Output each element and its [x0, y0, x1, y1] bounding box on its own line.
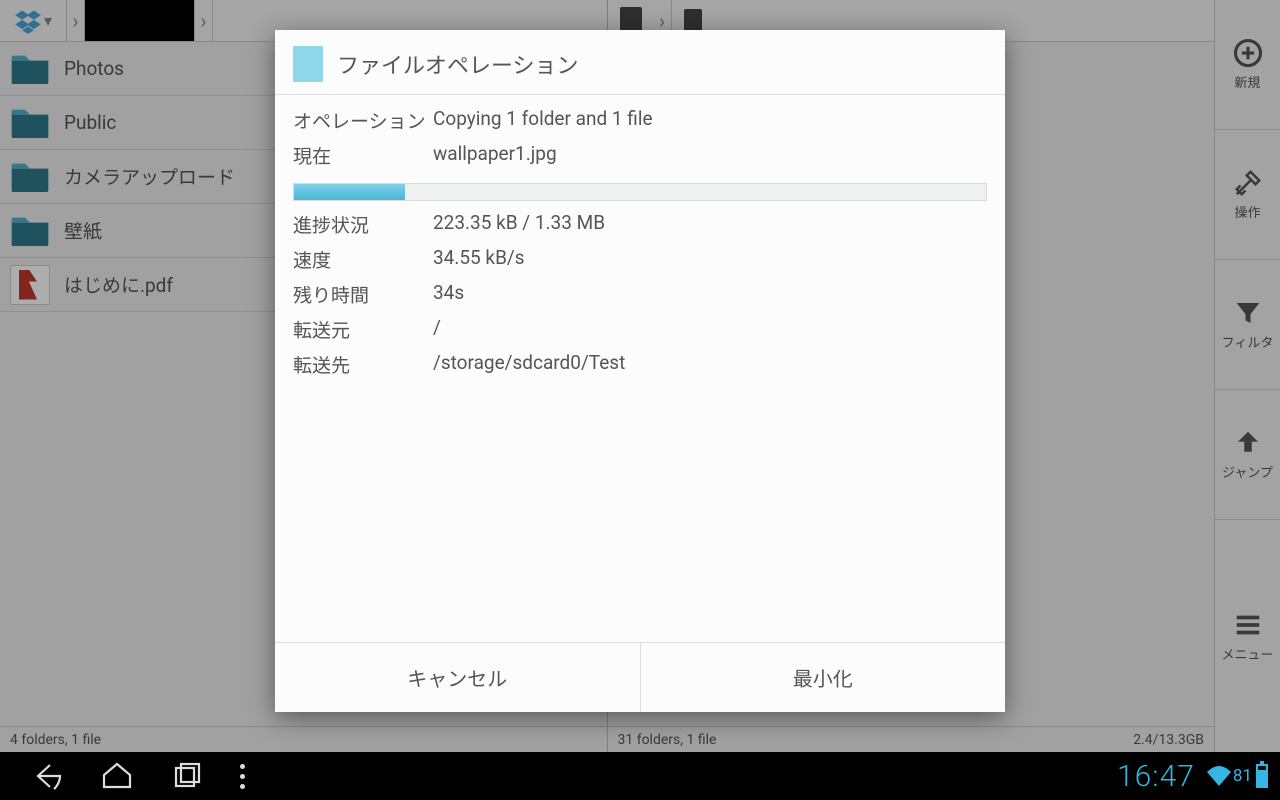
home-icon [100, 759, 134, 793]
back-icon [30, 759, 64, 793]
status-clock: 16:47 [1117, 759, 1195, 794]
value-dest: /storage/sdcard0/Test [433, 351, 987, 378]
cancel-button[interactable]: キャンセル [275, 643, 641, 712]
dialog-title: ファイルオペレーション [337, 48, 579, 80]
file-icon [293, 46, 323, 82]
file-operation-dialog: ファイルオペレーション オペレーションCopying 1 folder and … [275, 30, 1005, 712]
wifi-icon [1205, 764, 1233, 788]
battery-icon [1256, 764, 1268, 788]
recents-button[interactable] [152, 752, 222, 800]
value-remaining: 34s [433, 281, 987, 308]
value-source: / [433, 316, 987, 343]
dot-icon [240, 774, 245, 779]
dialog-actions: キャンセル 最小化 [275, 642, 1005, 712]
label-progress: 進捗状況 [293, 211, 433, 238]
dialog-title-bar: ファイルオペレーション [275, 30, 1005, 95]
battery-percent: 81 [1233, 766, 1252, 786]
overflow-button[interactable] [222, 752, 262, 800]
label-dest: 転送先 [293, 351, 433, 378]
recents-icon [170, 759, 204, 793]
label-current: 現在 [293, 142, 433, 169]
progress-fill [294, 184, 405, 200]
android-navbar: 16:47 81 [0, 752, 1280, 800]
status-battery: 81 [1233, 764, 1268, 788]
dot-icon [240, 784, 245, 789]
dot-icon [240, 764, 245, 769]
value-speed: 34.55 kB/s [433, 246, 987, 273]
value-current: wallpaper1.jpg [433, 142, 987, 169]
label-operation: オペレーション [293, 107, 433, 134]
value-progress: 223.35 kB / 1.33 MB [433, 211, 987, 238]
label-speed: 速度 [293, 246, 433, 273]
home-button[interactable] [82, 752, 152, 800]
progress-bar [293, 183, 987, 201]
back-button[interactable] [12, 752, 82, 800]
label-source: 転送元 [293, 316, 433, 343]
value-operation: Copying 1 folder and 1 file [433, 107, 987, 134]
minimize-button[interactable]: 最小化 [641, 643, 1006, 712]
label-remaining: 残り時間 [293, 281, 433, 308]
